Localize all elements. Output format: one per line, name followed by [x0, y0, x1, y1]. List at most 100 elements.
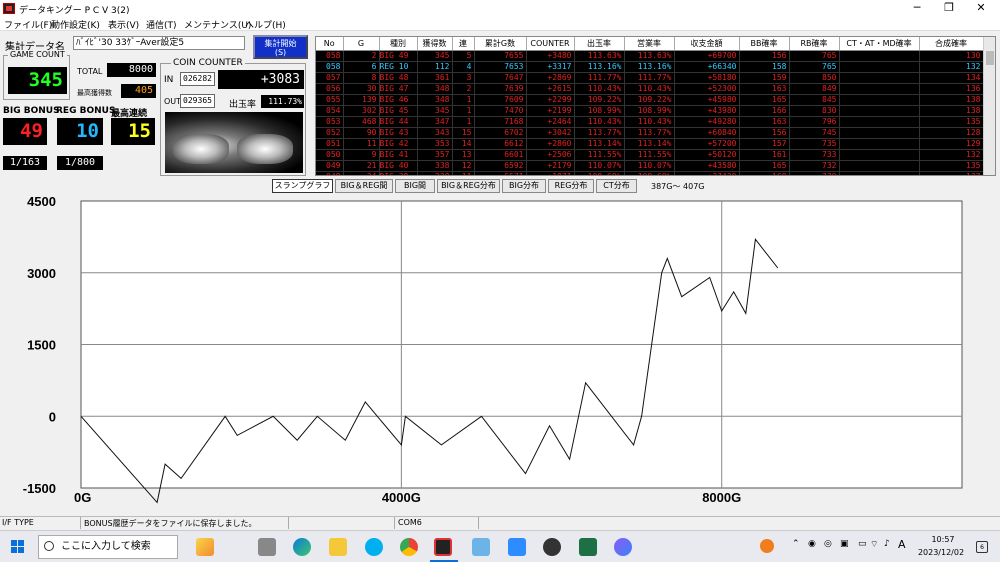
menu-settings[interactable]: 動作設定(K) — [51, 18, 100, 31]
table-row[interactable]: 053 468 BIG 44 347 1 7168 +2464 110.43% 110.43% +… — [316, 116, 984, 128]
tray-app-icon[interactable]: ◎ — [824, 539, 832, 549]
table-header-cell[interactable]: 収支金額 — [674, 37, 740, 51]
table-header-cell[interactable]: G — [343, 37, 380, 51]
table-header-cell[interactable]: COUNTER — [526, 37, 575, 51]
table-cell: 108.99% — [574, 105, 625, 117]
ime-indicator[interactable]: A — [898, 538, 906, 551]
excel-icon[interactable] — [579, 538, 597, 556]
windows-start-icon[interactable] — [11, 540, 25, 554]
table-scrollbar-thumb[interactable] — [986, 51, 994, 65]
max-gain-value: 405 — [121, 84, 156, 98]
tab-ct-distribution[interactable]: CT分布 — [596, 179, 637, 193]
table-cell: BIG 45 — [379, 105, 418, 117]
table-row[interactable]: 052 90 BIG 43 343 15 6702 +3042 113.77% 113.77% +… — [316, 127, 984, 139]
table-header-cell[interactable]: 合成確率 — [919, 37, 984, 51]
skype-icon[interactable] — [365, 538, 383, 556]
table-row[interactable]: 057 8 BIG 48 361 3 7647 +2869 111.77% 111.77% +58… — [316, 72, 984, 84]
table-row[interactable]: 055 139 BIG 46 348 1 7609 +2299 109.22% 109.22% +… — [316, 94, 984, 106]
table-header-cell[interactable]: RB確率 — [789, 37, 840, 51]
table-row[interactable]: 048 24 BIG 39 338 11 6571 +1871 108.69% 108.69% +… — [316, 171, 984, 175]
tray-app-icon[interactable]: ▣ — [840, 539, 849, 549]
table-cell: 338 — [417, 160, 453, 172]
table-cell: 129 — [919, 138, 984, 150]
table-row[interactable]: 050 9 BIG 41 357 13 6601 +2506 111.55% 111.55% +5… — [316, 149, 984, 161]
dataking-app-icon[interactable] — [434, 538, 452, 556]
maximize-button[interactable]: ❐ — [934, 0, 964, 17]
table-row[interactable]: 058 6 REG 10 112 4 7653 +3317 113.16% 113.16% +66… — [316, 61, 984, 73]
zoom-icon[interactable] — [508, 538, 526, 556]
reg-bonus-value: 10 — [57, 118, 103, 145]
table-header-cell[interactable]: 連 — [452, 37, 475, 51]
tab-big-reg-interval[interactable]: BIG＆REG間 — [335, 179, 393, 193]
coin-counter-label: COIN COUNTER — [171, 58, 245, 68]
tab-slump-graph[interactable]: スランプグラフ — [272, 179, 333, 193]
table-row[interactable]: 051 11 BIG 42 353 14 6612 +2860 113.14% 113.14% +… — [316, 138, 984, 150]
table-cell: 111.77% — [574, 72, 625, 84]
table-cell: 732 — [789, 160, 840, 172]
table-row[interactable]: 056 30 BIG 47 348 2 7639 +2615 110.43% 110.43% +5… — [316, 83, 984, 95]
table-header-cell[interactable]: 種別 — [379, 37, 418, 51]
close-button[interactable]: ✕ — [966, 0, 996, 17]
table-header-cell[interactable]: 獲得数 — [417, 37, 453, 51]
taskbar-search-input[interactable]: ここに入力して検索 — [38, 535, 178, 559]
tab-big-reg-distribution[interactable]: BIG＆REG分布 — [437, 179, 500, 193]
table-row[interactable]: 049 21 BIG 40 338 12 6592 +2179 110.07% 110.07% +… — [316, 160, 984, 172]
table-cell: 6 — [343, 61, 380, 73]
menu-view[interactable]: 表示(V) — [108, 18, 139, 31]
table-cell — [839, 116, 920, 128]
table-cell: 168 — [739, 171, 790, 175]
table-cell: +57200 — [674, 138, 740, 150]
table-cell: 1 — [452, 105, 475, 117]
table-header-cell[interactable]: CT・AT・MD確率 — [839, 37, 920, 51]
copilot-icon[interactable] — [614, 538, 632, 556]
bonus-history-table[interactable]: No G 種別 獲得数連累計G数 COUNTER 出玉率 営業率 収支金額 BB確率 RB確率 CT… — [315, 36, 996, 176]
table-header-cell[interactable]: 出玉率 — [574, 37, 625, 51]
reg-ratio-value: 1/800 — [57, 156, 103, 170]
table-cell: REG 10 — [379, 61, 418, 73]
menu-help[interactable]: ヘルプ(H) — [245, 18, 286, 31]
clock-date[interactable]: 2023/12/02 — [916, 548, 966, 557]
file-explorer-icon[interactable] — [329, 538, 347, 556]
settings-app-icon[interactable] — [258, 538, 276, 556]
table-header-cell[interactable]: BB確率 — [739, 37, 790, 51]
tab-reg-distribution[interactable]: REG分布 — [548, 179, 594, 193]
coin-in-label: IN — [164, 75, 174, 85]
table-cell: 6571 — [474, 171, 527, 175]
wifi-icon[interactable]: ⌔ — [870, 539, 878, 550]
table-cell: 166 — [739, 105, 790, 117]
tab-big-distribution[interactable]: BIG分布 — [502, 179, 546, 193]
table-header-cell[interactable]: 営業率 — [624, 37, 675, 51]
table-cell: 128 — [919, 127, 984, 139]
table-cell: +2299 — [526, 94, 575, 106]
menu-comm[interactable]: 通信(T) — [146, 18, 177, 31]
table-row[interactable]: 058 2 BIG 49 345 5 7655 +3480 113.63% 113.63% +69… — [316, 50, 984, 62]
notification-center-icon[interactable]: 6 — [976, 541, 988, 553]
agg-name-field[interactable]: ﾊﾞｲﾋﾞ'30 33ｹﾞｰAver設定5 — [73, 36, 245, 50]
table-cell: 13 — [452, 149, 475, 161]
chrome-icon[interactable] — [400, 538, 418, 556]
chevron-up-icon[interactable]: ⌃ — [792, 539, 800, 549]
battery-icon[interactable]: ▭ — [858, 539, 867, 549]
table-cell: BIG 43 — [379, 127, 418, 139]
clock-time[interactable]: 10:57 — [920, 535, 966, 544]
table-cell — [839, 149, 920, 161]
volume-icon[interactable]: ♪ — [884, 539, 890, 549]
table-cell: 113.16% — [624, 61, 675, 73]
tab-big-interval[interactable]: BIG間 — [395, 179, 435, 193]
obs-icon[interactable] — [543, 538, 561, 556]
table-header-cell[interactable]: 累計G数 — [474, 37, 527, 51]
table-row[interactable]: 054 302 BIG 45 345 1 7470 +2199 108.99% 108.99% +… — [316, 105, 984, 117]
app-icon[interactable] — [472, 538, 490, 556]
minimize-button[interactable]: ─ — [902, 0, 932, 17]
tray-app-icon[interactable]: ◉ — [808, 539, 816, 549]
menu-file[interactable]: ファイル(F) — [4, 18, 52, 31]
table-cell: 110.07% — [624, 160, 675, 172]
table-scrollbar[interactable] — [983, 37, 995, 175]
weather-icon[interactable] — [196, 538, 214, 556]
notification-avatar-icon[interactable] — [760, 539, 774, 553]
table-cell: 113.77% — [574, 127, 625, 139]
menu-maintenance[interactable]: メンテナンス(U) — [184, 18, 251, 31]
start-aggregation-button[interactable]: 集計開始 (S) — [253, 35, 308, 59]
edge-icon[interactable] — [293, 538, 311, 556]
table-header-cell[interactable]: No — [316, 37, 344, 51]
